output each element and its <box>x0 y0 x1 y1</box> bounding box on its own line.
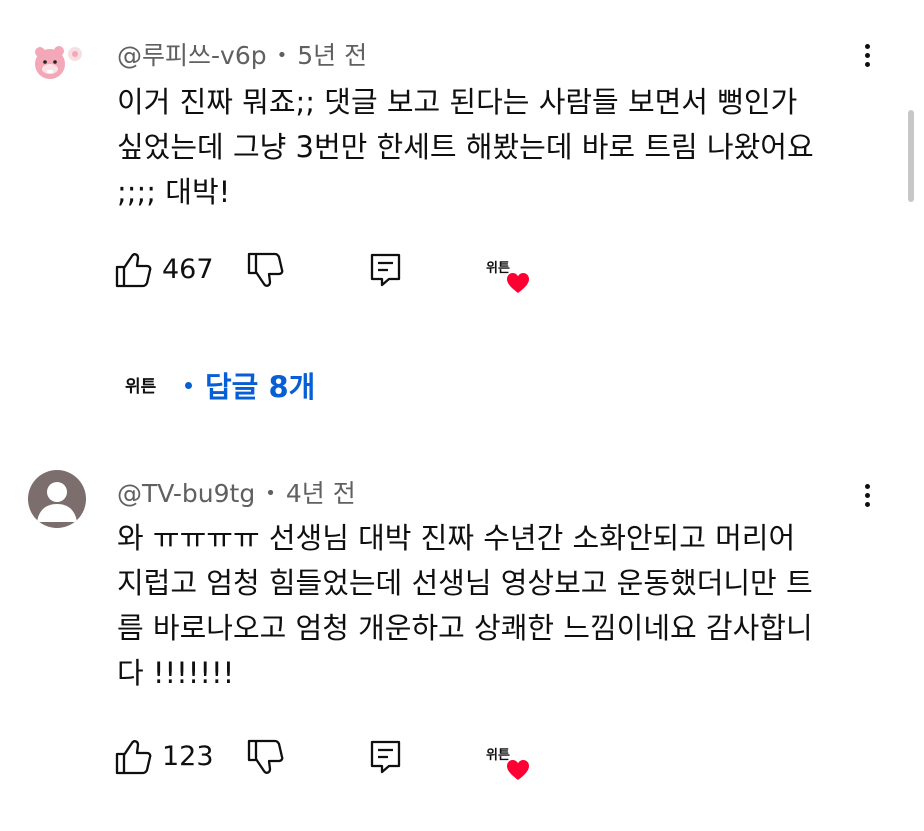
comment-meta: @TV-bu9tg • 4년 전 <box>117 474 356 510</box>
avatar-image <box>35 46 82 79</box>
like-count: 123 <box>162 741 214 772</box>
creator-heart[interactable]: 위튼 <box>486 258 536 298</box>
author-name[interactable]: @루피쓰-v6p <box>117 41 267 70</box>
meta-separator: • <box>276 45 288 66</box>
heart-icon <box>507 273 529 293</box>
default-avatar-icon <box>37 482 77 522</box>
comment-text: 와 ㅠㅠㅠㅠ 선생님 대박 진짜 수년간 소화안되고 머리어 지럽고 엄청 힘들… <box>117 521 813 690</box>
reply-icon[interactable] <box>369 252 403 288</box>
scrollbar[interactable] <box>908 110 914 202</box>
heart-icon <box>507 760 529 780</box>
comment-actions: 467 위튼 <box>114 252 584 293</box>
comment-actions: 123 위튼 <box>114 739 584 780</box>
comment-meta: @루피쓰-v6p • 5년 전 <box>117 36 367 72</box>
replies-toggle[interactable]: 위튼 답글 8개 <box>121 364 441 408</box>
avatar[interactable] <box>28 470 86 528</box>
like-count: 467 <box>162 254 214 285</box>
thumbs-down-icon[interactable] <box>246 252 284 288</box>
thumbs-down-icon[interactable] <box>246 739 284 775</box>
creator-heart[interactable]: 위튼 <box>486 745 536 785</box>
meta-separator: • <box>265 483 276 504</box>
thumbs-up-icon[interactable] <box>114 252 152 288</box>
reply-icon[interactable] <box>369 739 403 775</box>
creator-avatar: 위튼 <box>125 377 157 397</box>
thumbs-up-icon[interactable] <box>114 739 152 775</box>
comment-time: 4년 전 <box>285 479 356 508</box>
replies-label[interactable]: 답글 8개 <box>205 364 315 406</box>
comment-time: 5년 전 <box>297 41 368 70</box>
author-name[interactable]: @TV-bu9tg <box>117 479 255 508</box>
reply-bullet <box>185 382 192 389</box>
more-vert-icon[interactable] <box>855 480 879 520</box>
avatar[interactable] <box>28 34 86 92</box>
more-vert-icon[interactable] <box>855 40 879 80</box>
comment-text: 이거 진짜 뭐죠;; 댓글 보고 된다는 사람들 보면서 뻥인가 싶었는데 그냥… <box>117 85 814 209</box>
